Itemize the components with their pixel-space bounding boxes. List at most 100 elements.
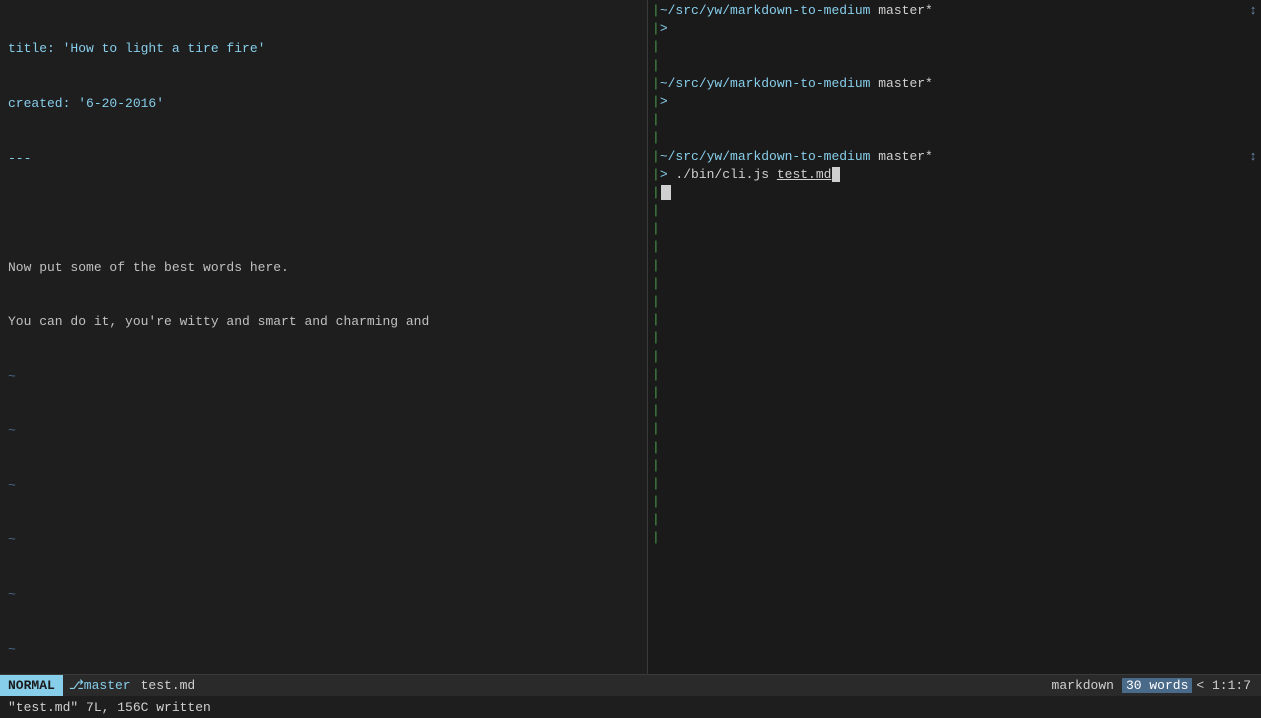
pipe-char: | <box>652 220 660 238</box>
term-path: ~/src/yw/markdown-to-medium <box>660 2 871 20</box>
terminal-line: | <box>652 366 1257 384</box>
branch-name: master <box>84 678 131 693</box>
terminal-line: | <box>652 384 1257 402</box>
yaml-created: created: '6-20-2016' <box>8 95 164 113</box>
pipe-char: | <box>652 75 660 93</box>
pipe-char: | <box>652 439 660 457</box>
terminal-line: |> <box>652 20 1257 38</box>
terminal-line: | <box>652 348 1257 366</box>
words-count-text: 30 words <box>1126 678 1188 693</box>
terminal-line: | <box>652 184 1257 202</box>
editor-line: --- <box>8 150 639 168</box>
editor-line: created: '6-20-2016' <box>8 95 639 113</box>
terminal-line: | <box>652 457 1257 475</box>
terminal-line: | <box>652 202 1257 220</box>
pipe-char: | <box>652 311 660 329</box>
terminal-line: | <box>652 57 1257 75</box>
terminal-pane[interactable]: |~/src/yw/markdown-to-medium master* ↕ |… <box>648 0 1261 674</box>
terminal-line: |~/src/yw/markdown-to-medium master* ↕ <box>652 2 1257 20</box>
pipe-char: | <box>652 293 660 311</box>
terminal-line: |> <box>652 93 1257 111</box>
pipe-char: | <box>652 529 660 547</box>
tilde-line: ~ <box>8 368 16 386</box>
git-branch: ⎇master <box>63 678 137 693</box>
pipe-char: | <box>652 457 660 475</box>
pipe-char: | <box>652 366 660 384</box>
yaml-separator: --- <box>8 150 31 168</box>
cursor-position: < 1:1:7 <box>1192 678 1255 693</box>
terminal-line: | <box>652 257 1257 275</box>
pipe-char: | <box>652 257 660 275</box>
pipe-char: | <box>652 475 660 493</box>
editor-line: ~ <box>8 477 639 495</box>
info-bar: "test.md" 7L, 156C written <box>0 696 1261 718</box>
editor-content: title: 'How to light a tire fire' create… <box>0 0 647 674</box>
pipe-char: | <box>652 57 660 75</box>
tilde-line: ~ <box>8 422 16 440</box>
pipe-char: | <box>652 93 660 111</box>
term-path: ~/src/yw/markdown-to-medium <box>660 148 871 166</box>
sort-arrows: ↕ <box>1249 148 1257 166</box>
terminal-line: | <box>652 511 1257 529</box>
term-branch: master* <box>870 75 932 93</box>
term-command-underline: test.md <box>777 166 832 184</box>
editor-line <box>8 204 639 222</box>
tilde-line: ~ <box>8 477 16 495</box>
terminal-line: | <box>652 38 1257 56</box>
terminal-line: |~/src/yw/markdown-to-medium master* ↕ <box>652 148 1257 166</box>
term-prompt: > <box>660 93 668 111</box>
tilde-line: ~ <box>8 586 16 604</box>
file-info-text: "test.md" 7L, 156C written <box>8 700 211 715</box>
filename: test.md <box>137 678 200 693</box>
pipe-char: | <box>652 20 660 38</box>
pipe-char: | <box>652 2 660 20</box>
filetype: markdown <box>1052 678 1114 693</box>
terminal-line: | <box>652 420 1257 438</box>
tilde-line: ~ <box>8 641 16 659</box>
editor-line: ~ <box>8 641 639 659</box>
terminal-content: |~/src/yw/markdown-to-medium master* ↕ |… <box>648 0 1261 550</box>
pipe-char: | <box>652 202 660 220</box>
sort-arrows: ↕ <box>1249 2 1257 20</box>
term-command: ./bin/cli.js <box>668 166 777 184</box>
status-right: markdown 30 words < 1:1:7 <box>1052 678 1261 693</box>
terminal-line: | <box>652 238 1257 256</box>
terminal-line: | <box>652 329 1257 347</box>
terminal-line: | <box>652 311 1257 329</box>
editor-line: ~ <box>8 531 639 549</box>
vim-mode: NORMAL <box>0 675 63 696</box>
pipe-char: | <box>652 275 660 293</box>
term-prompt: > <box>660 20 668 38</box>
terminal-line: | <box>652 439 1257 457</box>
pipe-char: | <box>652 493 660 511</box>
pipe-char: | <box>652 402 660 420</box>
pipe-char: | <box>652 511 660 529</box>
word-count: 30 words <box>1122 678 1192 693</box>
term-branch: master* <box>870 2 932 20</box>
editor-line: Now put some of the best words here. <box>8 259 639 277</box>
terminal-line: | <box>652 275 1257 293</box>
terminal-line: |~/src/yw/markdown-to-medium master* <box>652 75 1257 93</box>
editor-line: ~ <box>8 368 639 386</box>
pipe-char: | <box>652 166 660 184</box>
branch-icon: ⎇ <box>69 678 84 693</box>
pipe-char: | <box>652 184 660 202</box>
terminal-line: | <box>652 475 1257 493</box>
editor-line: ~ <box>8 422 639 440</box>
term-path: ~/src/yw/markdown-to-medium <box>660 75 871 93</box>
term-branch: master* <box>870 148 932 166</box>
yaml-title: title: 'How to light a tire fire' <box>8 40 265 58</box>
editor-text: You can do it, you're witty and smart an… <box>8 313 429 331</box>
editor-line: You can do it, you're witty and smart an… <box>8 313 639 331</box>
pipe-char: | <box>652 348 660 366</box>
editor-text: Now put some of the best words here. <box>8 259 289 277</box>
editor-line: ~ <box>8 586 639 604</box>
tilde-line: ~ <box>8 531 16 549</box>
pipe-char: | <box>652 238 660 256</box>
terminal-line: | <box>652 293 1257 311</box>
term-cursor-block <box>661 185 671 200</box>
terminal-line: | <box>652 402 1257 420</box>
editor-pane[interactable]: title: 'How to light a tire fire' create… <box>0 0 648 674</box>
editor-line: title: 'How to light a tire fire' <box>8 40 639 58</box>
terminal-line: | <box>652 129 1257 147</box>
